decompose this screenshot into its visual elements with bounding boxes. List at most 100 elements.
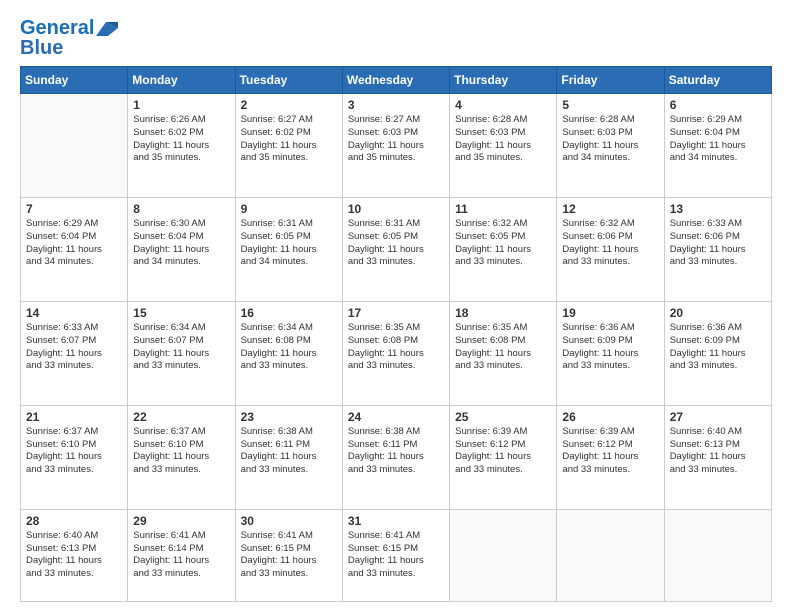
day-info: Sunrise: 6:40 AMSunset: 6:13 PMDaylight:…: [26, 530, 122, 581]
logo-icon: [96, 22, 118, 36]
calendar-cell: 21Sunrise: 6:37 AMSunset: 6:10 PMDayligh…: [21, 405, 128, 509]
calendar-cell: 6 Sunrise: 6:29 AMSunset: 6:04 PMDaylight…: [664, 94, 771, 198]
day-number: 17: [348, 306, 444, 320]
day-info: Sunrise: 6:30 AMSunset: 6:04 PMDaylight:…: [133, 218, 229, 269]
calendar-cell: 1 Sunrise: 6:26 AMSunset: 6:02 PMDaylight…: [128, 94, 235, 198]
page: General Blue SundayMondayTuesdayWednesda…: [0, 0, 792, 612]
day-info: Sunrise: 6:39 AMSunset: 6:12 PMDaylight:…: [455, 426, 551, 477]
day-number: 8: [133, 202, 229, 216]
day-number: 4: [455, 98, 551, 112]
day-number: 1: [133, 98, 229, 112]
calendar-cell: 25 Sunrise: 6:39 AMSunset: 6:12 PMDayligh…: [450, 405, 557, 509]
day-number: 29: [133, 514, 229, 528]
calendar-header-wednesday: Wednesday: [342, 67, 449, 94]
day-info: Sunrise: 6:35 AMSunset: 6:08 PMDaylight:…: [348, 322, 444, 373]
calendar-cell: 24 Sunrise: 6:38 AMSunset: 6:11 PMDayligh…: [342, 405, 449, 509]
calendar-header-monday: Monday: [128, 67, 235, 94]
calendar-cell: 10 Sunrise: 6:31 AMSunset: 6:05 PMDayligh…: [342, 197, 449, 301]
week-row-2: 7 Sunrise: 6:29 AMSunset: 6:04 PMDaylight…: [21, 197, 772, 301]
week-row-3: 14 Sunrise: 6:33 AMSunset: 6:07 PMDayligh…: [21, 301, 772, 405]
day-info: Sunrise: 6:28 AMSunset: 6:03 PMDaylight:…: [562, 114, 658, 165]
day-info: Sunrise: 6:34 AMSunset: 6:07 PMDaylight:…: [133, 322, 229, 373]
calendar-cell: 5 Sunrise: 6:28 AMSunset: 6:03 PMDaylight…: [557, 94, 664, 198]
day-number: 5: [562, 98, 658, 112]
calendar-cell: [664, 509, 771, 601]
calendar-cell: 7 Sunrise: 6:29 AMSunset: 6:04 PMDaylight…: [21, 197, 128, 301]
calendar-cell: 8 Sunrise: 6:30 AMSunset: 6:04 PMDaylight…: [128, 197, 235, 301]
day-number: 6: [670, 98, 766, 112]
day-info: Sunrise: 6:36 AMSunset: 6:09 PMDaylight:…: [670, 322, 766, 373]
calendar-cell: 16Sunrise: 6:34 AMSunset: 6:08 PMDayligh…: [235, 301, 342, 405]
day-info: Sunrise: 6:31 AMSunset: 6:05 PMDaylight:…: [348, 218, 444, 269]
calendar-cell: 28Sunrise: 6:40 AMSunset: 6:13 PMDayligh…: [21, 509, 128, 601]
day-info: Sunrise: 6:38 AMSunset: 6:11 PMDaylight:…: [348, 426, 444, 477]
calendar-cell: 11 Sunrise: 6:32 AMSunset: 6:05 PMDayligh…: [450, 197, 557, 301]
calendar-header-sunday: Sunday: [21, 67, 128, 94]
day-number: 14: [26, 306, 122, 320]
day-number: 23: [241, 410, 337, 424]
week-row-1: 1 Sunrise: 6:26 AMSunset: 6:02 PMDaylight…: [21, 94, 772, 198]
day-number: 25: [455, 410, 551, 424]
logo-text: General: [20, 18, 94, 38]
day-number: 7: [26, 202, 122, 216]
day-info: Sunrise: 6:29 AMSunset: 6:04 PMDaylight:…: [670, 114, 766, 165]
calendar-cell: 26 Sunrise: 6:39 AMSunset: 6:12 PMDayligh…: [557, 405, 664, 509]
calendar-cell: 2 Sunrise: 6:27 AMSunset: 6:02 PMDaylight…: [235, 94, 342, 198]
day-info: Sunrise: 6:39 AMSunset: 6:12 PMDaylight:…: [562, 426, 658, 477]
week-row-5: 28Sunrise: 6:40 AMSunset: 6:13 PMDayligh…: [21, 509, 772, 601]
day-info: Sunrise: 6:41 AMSunset: 6:15 PMDaylight:…: [241, 530, 337, 581]
calendar-cell: [557, 509, 664, 601]
calendar-header-friday: Friday: [557, 67, 664, 94]
day-number: 31: [348, 514, 444, 528]
day-info: Sunrise: 6:29 AMSunset: 6:04 PMDaylight:…: [26, 218, 122, 269]
day-number: 22: [133, 410, 229, 424]
day-number: 15: [133, 306, 229, 320]
day-info: Sunrise: 6:32 AMSunset: 6:06 PMDaylight:…: [562, 218, 658, 269]
calendar-cell: 17 Sunrise: 6:35 AMSunset: 6:08 PMDayligh…: [342, 301, 449, 405]
day-info: Sunrise: 6:32 AMSunset: 6:05 PMDaylight:…: [455, 218, 551, 269]
calendar-cell: 13Sunrise: 6:33 AMSunset: 6:06 PMDayligh…: [664, 197, 771, 301]
day-number: 2: [241, 98, 337, 112]
calendar-cell: 3Sunrise: 6:27 AMSunset: 6:03 PMDaylight…: [342, 94, 449, 198]
day-number: 24: [348, 410, 444, 424]
calendar-header-row: SundayMondayTuesdayWednesdayThursdayFrid…: [21, 67, 772, 94]
logo: General Blue: [20, 18, 118, 58]
calendar-cell: [21, 94, 128, 198]
day-number: 12: [562, 202, 658, 216]
day-info: Sunrise: 6:41 AMSunset: 6:15 PMDaylight:…: [348, 530, 444, 581]
calendar-cell: 4Sunrise: 6:28 AMSunset: 6:03 PMDaylight…: [450, 94, 557, 198]
calendar-cell: 15 Sunrise: 6:34 AMSunset: 6:07 PMDayligh…: [128, 301, 235, 405]
calendar-cell: [450, 509, 557, 601]
day-number: 13: [670, 202, 766, 216]
calendar-cell: 14 Sunrise: 6:33 AMSunset: 6:07 PMDayligh…: [21, 301, 128, 405]
calendar-cell: 18 Sunrise: 6:35 AMSunset: 6:08 PMDayligh…: [450, 301, 557, 405]
logo-blue-text: Blue: [20, 38, 63, 58]
day-info: Sunrise: 6:35 AMSunset: 6:08 PMDaylight:…: [455, 322, 551, 373]
day-number: 19: [562, 306, 658, 320]
day-info: Sunrise: 6:40 AMSunset: 6:13 PMDaylight:…: [670, 426, 766, 477]
day-info: Sunrise: 6:27 AMSunset: 6:02 PMDaylight:…: [241, 114, 337, 165]
day-number: 9: [241, 202, 337, 216]
calendar-cell: 29Sunrise: 6:41 AMSunset: 6:14 PMDayligh…: [128, 509, 235, 601]
calendar-table: SundayMondayTuesdayWednesdayThursdayFrid…: [20, 66, 772, 602]
day-info: Sunrise: 6:27 AMSunset: 6:03 PMDaylight:…: [348, 114, 444, 165]
calendar-cell: 22 Sunrise: 6:37 AMSunset: 6:10 PMDayligh…: [128, 405, 235, 509]
day-info: Sunrise: 6:33 AMSunset: 6:07 PMDaylight:…: [26, 322, 122, 373]
day-number: 30: [241, 514, 337, 528]
day-number: 11: [455, 202, 551, 216]
day-number: 26: [562, 410, 658, 424]
day-number: 16: [241, 306, 337, 320]
calendar-cell: 19 Sunrise: 6:36 AMSunset: 6:09 PMDayligh…: [557, 301, 664, 405]
day-info: Sunrise: 6:31 AMSunset: 6:05 PMDaylight:…: [241, 218, 337, 269]
day-info: Sunrise: 6:36 AMSunset: 6:09 PMDaylight:…: [562, 322, 658, 373]
day-number: 10: [348, 202, 444, 216]
calendar-header-saturday: Saturday: [664, 67, 771, 94]
day-info: Sunrise: 6:26 AMSunset: 6:02 PMDaylight:…: [133, 114, 229, 165]
calendar-header-tuesday: Tuesday: [235, 67, 342, 94]
day-number: 18: [455, 306, 551, 320]
calendar-cell: 23Sunrise: 6:38 AMSunset: 6:11 PMDayligh…: [235, 405, 342, 509]
calendar-header-thursday: Thursday: [450, 67, 557, 94]
calendar-cell: 9 Sunrise: 6:31 AMSunset: 6:05 PMDaylight…: [235, 197, 342, 301]
day-info: Sunrise: 6:37 AMSunset: 6:10 PMDaylight:…: [133, 426, 229, 477]
day-info: Sunrise: 6:37 AMSunset: 6:10 PMDaylight:…: [26, 426, 122, 477]
